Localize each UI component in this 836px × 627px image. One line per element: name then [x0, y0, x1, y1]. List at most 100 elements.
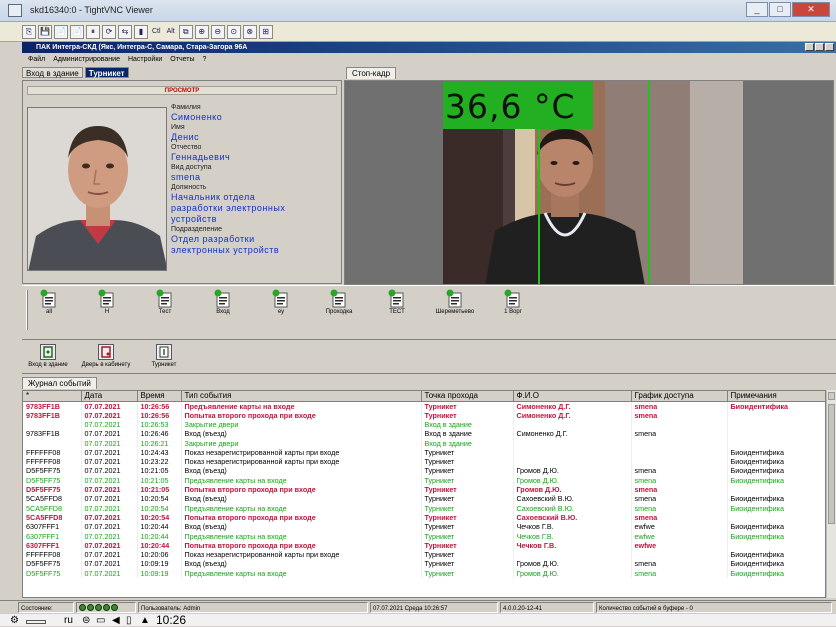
- col-time[interactable]: Время: [137, 391, 182, 402]
- zoom-100-icon[interactable]: ⊙: [226, 24, 241, 39]
- door-shortcut-icon[interactable]: [272, 289, 290, 309]
- table-row[interactable]: 5CA5FFD8 07.07.2021 10:20:54 Попытка второг…: [23, 512, 825, 523]
- table-row[interactable]: D5F5FF75 07.07.2021 10:21:05 Предъявление к…: [23, 475, 825, 485]
- alt-key-button[interactable]: Alt: [165, 25, 177, 39]
- table-cell: Биоидентифика: [727, 568, 825, 578]
- network-icon[interactable]: ⊜: [82, 614, 90, 627]
- status-ok-icon: [95, 604, 102, 611]
- door-shortcut-label[interactable]: all: [24, 309, 74, 315]
- door-shortcut-label[interactable]: Вход: [198, 309, 248, 315]
- scroll-thumb[interactable]: [828, 404, 835, 524]
- zoom-in-icon[interactable]: ⊕: [194, 24, 209, 39]
- table-cell: Симоненко Д.Г.: [513, 429, 632, 439]
- app-maximize-button[interactable]: [815, 43, 824, 51]
- door-shortcut-icon[interactable]: [330, 289, 348, 309]
- table-row[interactable]: 5CA5FFD8 07.07.2021 10:20:54 Предъявление к…: [23, 503, 825, 513]
- flag-icon[interactable]: ▯: [126, 614, 132, 627]
- menu-settings[interactable]: Настройки: [128, 54, 162, 65]
- close-button[interactable]: ✕: [792, 2, 830, 17]
- table-cell: [631, 549, 728, 560]
- settings-icon[interactable]: ⚙: [10, 614, 19, 627]
- table-row[interactable]: FFFFFF08 07.07.2021 10:20:06 Показ незареги…: [23, 549, 825, 560]
- office-door-label[interactable]: Дверь в кабинету: [81, 362, 131, 368]
- volume-icon[interactable]: ◀: [112, 614, 120, 627]
- door-shortcut-icon[interactable]: [156, 289, 174, 309]
- menu-reports[interactable]: Отчеты: [170, 54, 194, 65]
- table-row[interactable]: 9783FF1B 07.07.2021 10:26:56 Попытка второг…: [23, 410, 825, 420]
- table-row[interactable]: 9783FF1B 07.07.2021 10:26:56 Предъявление к…: [23, 401, 825, 411]
- turnstile-label[interactable]: Турникет: [139, 362, 189, 368]
- door-shortcut-icon[interactable]: [40, 289, 58, 309]
- save-icon[interactable]: 💾: [38, 24, 52, 39]
- table-row[interactable]: FFFFFF08 07.07.2021 10:23:22 Показ незареги…: [23, 456, 825, 467]
- monitor-icon[interactable]: ▭: [96, 614, 105, 627]
- zoom-out-icon[interactable]: ⊖: [210, 24, 225, 39]
- table-row[interactable]: 6307FFF1 07.07.2021 10:20:44 Вход (въезд) Ту…: [23, 522, 825, 532]
- tab-event-log[interactable]: Журнал событий: [22, 377, 97, 389]
- door-shortcut-label[interactable]: Тест: [140, 309, 190, 315]
- tray-expand-icon[interactable]: ▲: [140, 614, 150, 627]
- table-cell: [727, 438, 825, 448]
- transfer-icon[interactable]: ⇆: [118, 24, 132, 39]
- table-row[interactable]: D5F5FF75 07.07.2021 10:09:19 Вход (въезд) Ту…: [23, 559, 825, 569]
- maximize-button[interactable]: □: [769, 2, 791, 17]
- refresh-icon[interactable]: ⟳: [102, 24, 116, 39]
- table-row[interactable]: D5F5FF75 07.07.2021 10:09:19 Предъявление к…: [23, 568, 825, 578]
- door-shortcut-label[interactable]: Н: [82, 309, 132, 315]
- info-icon[interactable]: 📄: [70, 24, 84, 39]
- menu-file[interactable]: Файл: [28, 54, 45, 65]
- door-shortcut-icon[interactable]: [446, 289, 464, 309]
- door-shortcut-label[interactable]: ТЕСТ: [372, 309, 422, 315]
- app-minimize-button[interactable]: [805, 43, 814, 51]
- door-shortcut-label[interactable]: ey: [256, 309, 306, 315]
- app-close-button[interactable]: [825, 43, 834, 51]
- door-entrance-label[interactable]: Вход в здание: [23, 362, 73, 368]
- col-marker[interactable]: *: [23, 391, 82, 402]
- table-cell: 10:21:05: [137, 475, 182, 485]
- fullscreen-icon[interactable]: ⧉: [178, 24, 193, 39]
- table-cell: Предъявление карты на входе: [181, 475, 422, 485]
- col-date[interactable]: Дата: [81, 391, 138, 402]
- table-row[interactable]: 9783FF1B 07.07.2021 10:26:46 Вход (въезд) Вх…: [23, 429, 825, 439]
- table-row[interactable]: 07.07.2021 10:26:21 Закрытие двери Вход в з…: [23, 438, 825, 448]
- door-entrance-icon[interactable]: [40, 344, 56, 360]
- pause-icon[interactable]: ⏸: [86, 24, 100, 39]
- table-row[interactable]: 6307FFF1 07.07.2021 10:20:44 Предъявление к…: [23, 531, 825, 541]
- language-indicator[interactable]: ru: [64, 614, 73, 627]
- table-row[interactable]: 07.07.2021 10:26:53 Закрытие двери Вход в з…: [23, 419, 825, 430]
- table-row[interactable]: FFFFFF08 07.07.2021 10:24:43 Показ незареги…: [23, 447, 825, 457]
- col-access-point[interactable]: Точка прохода: [421, 391, 514, 402]
- door-shortcut-label[interactable]: 1 Ворг: [488, 309, 538, 315]
- zoom-fit-icon[interactable]: ⊗: [242, 24, 257, 39]
- door-shortcut-label[interactable]: Шереметьево: [430, 309, 480, 315]
- event-log-scrollbar[interactable]: [826, 390, 836, 598]
- menu-admin[interactable]: Администрирование: [53, 54, 120, 65]
- table-row[interactable]: 5CA5FFD8 07.07.2021 10:20:54 Вход (въезд) Ту…: [23, 494, 825, 504]
- door-shortcut-icon[interactable]: [388, 289, 406, 309]
- door-shortcut-icon[interactable]: [98, 289, 116, 309]
- turnstile-icon[interactable]: [156, 344, 172, 360]
- office-door-icon[interactable]: [98, 344, 114, 360]
- menu-help[interactable]: ?: [203, 54, 207, 65]
- table-row[interactable]: D5F5FF75 07.07.2021 10:21:05 Вход (въезд) Ту…: [23, 466, 825, 476]
- col-schedule[interactable]: График доступа: [631, 391, 728, 402]
- tab-turnstile[interactable]: Турникет: [84, 67, 129, 78]
- scroll-up-icon[interactable]: [828, 392, 835, 400]
- new-connection-icon[interactable]: ⎘: [22, 24, 36, 39]
- door-shortcut-icon[interactable]: [504, 289, 522, 309]
- tab-building-entrance[interactable]: Вход в здание: [22, 67, 83, 78]
- minimize-button[interactable]: _: [746, 2, 768, 17]
- keyboard-icon[interactable]: [26, 620, 46, 624]
- col-event-type[interactable]: Тип события: [181, 391, 422, 402]
- col-full-name[interactable]: Ф.И.О: [513, 391, 632, 402]
- col-notes[interactable]: Примечания: [727, 391, 825, 402]
- door-shortcut-label[interactable]: Проходка: [314, 309, 364, 315]
- ctrl-key-button[interactable]: Ctl: [150, 25, 163, 39]
- scale-icon[interactable]: ⊞: [258, 24, 273, 39]
- tab-freeze-frame[interactable]: Стоп-кадр: [346, 67, 397, 79]
- table-row[interactable]: D5F5FF75 07.07.2021 10:21:05 Попытка второг…: [23, 484, 825, 495]
- table-row[interactable]: 6307FFF1 07.07.2021 10:20:44 Попытка второг…: [23, 540, 825, 550]
- door-shortcut-icon[interactable]: [214, 289, 232, 309]
- ctrl-alt-del-icon[interactable]: ▮: [134, 24, 148, 39]
- options-icon[interactable]: 📄: [54, 24, 68, 39]
